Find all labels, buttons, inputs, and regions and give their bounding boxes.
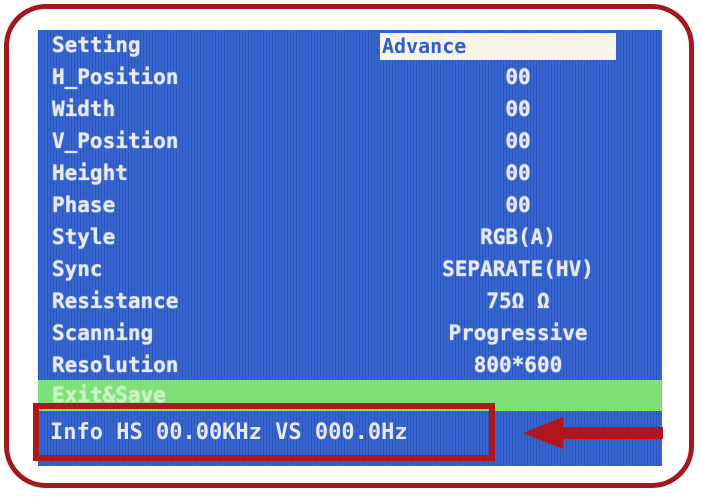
menu-item-label: H_Position: [52, 65, 179, 89]
menu-item-value: 00: [505, 97, 531, 121]
menu-item-label: Resolution: [52, 353, 179, 377]
info-status-text: Info HS 00.00KHz VS 000.0Hz: [50, 420, 408, 445]
setting-label: Setting: [52, 33, 141, 57]
menu-item-label: Style: [52, 225, 116, 249]
menu-item-label: Resistance: [52, 289, 179, 313]
menu-item-value: 00: [505, 129, 531, 153]
menu-header: Setting Advance: [38, 30, 662, 61]
menu-item-sync[interactable]: Sync SEPARATE(HV): [38, 254, 662, 285]
menu-item-value: 00: [505, 161, 531, 185]
menu-item-label: Phase: [52, 193, 116, 217]
menu-item-value: 00: [505, 65, 531, 89]
arrow-left-icon: [523, 417, 663, 449]
menu-item-label: Height: [52, 161, 128, 185]
menu-item-style[interactable]: Style RGB(A): [38, 222, 662, 253]
menu-item-value: Progressive: [448, 321, 588, 345]
menu-item-resistance[interactable]: Resistance 75Ω Ω: [38, 286, 662, 317]
menu-item-label: V_Position: [52, 129, 179, 153]
menu-item-value: 75Ω Ω: [486, 289, 550, 313]
menu-item-h-position[interactable]: H_Position 00: [38, 62, 662, 93]
menu-item-value: RGB(A): [480, 225, 556, 249]
menu-item-height[interactable]: Height 00: [38, 158, 662, 189]
osd-menu: Setting Advance H_Position 00 Width 00 V…: [38, 30, 662, 466]
menu-item-value: SEPARATE(HV): [442, 257, 594, 281]
menu-item-phase[interactable]: Phase 00: [38, 190, 662, 221]
menu-item-scanning[interactable]: Scanning Progressive: [38, 318, 662, 349]
menu-item-value: 800*600: [473, 353, 563, 377]
menu-item-label: Width: [52, 97, 116, 121]
tab-advance[interactable]: Advance: [380, 33, 616, 60]
menu-item-v-position[interactable]: V_Position 00: [38, 126, 662, 157]
menu-item-label: Sync: [52, 257, 103, 281]
menu-item-label: Scanning: [52, 321, 154, 345]
menu-item-value: 00: [505, 193, 531, 217]
menu-item-width[interactable]: Width 00: [38, 94, 662, 125]
menu-item-resolution[interactable]: Resolution 800*600: [38, 350, 662, 381]
